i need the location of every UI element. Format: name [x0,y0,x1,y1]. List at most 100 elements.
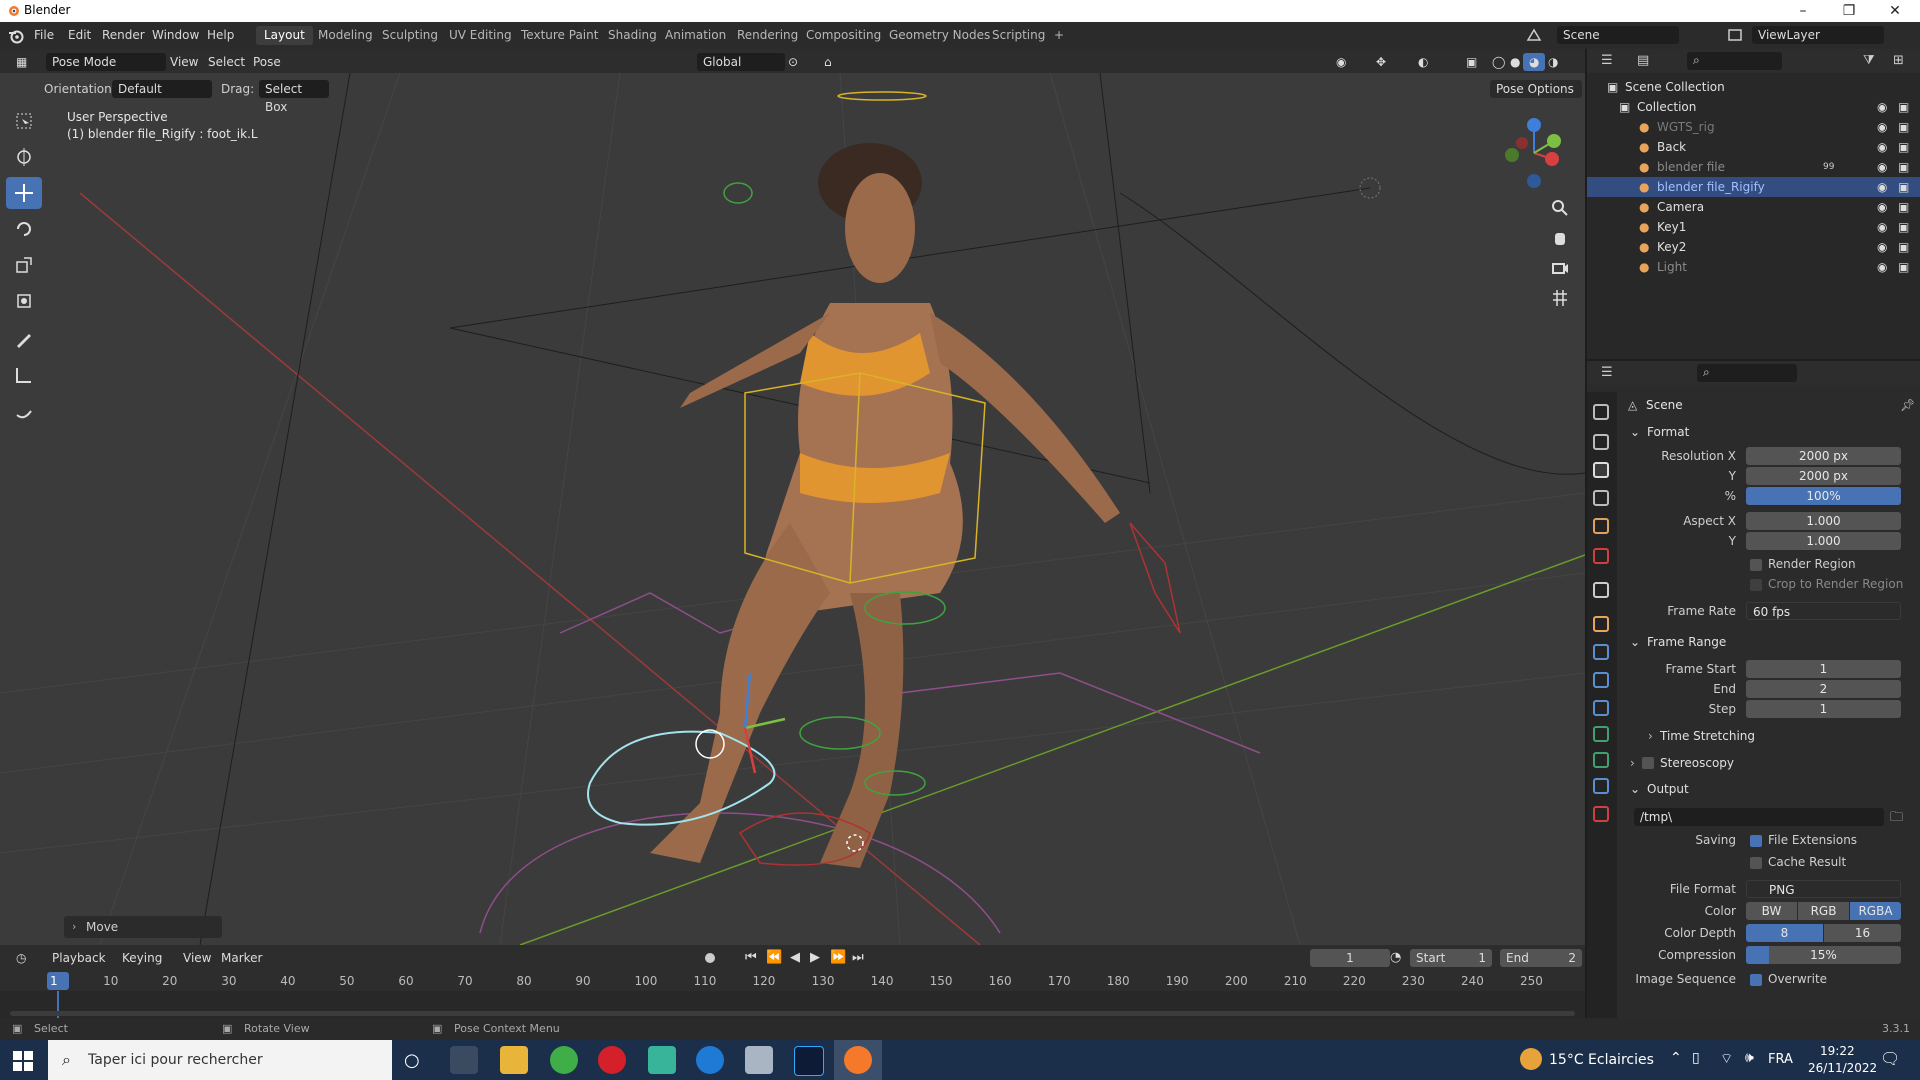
tab-scripting[interactable]: Scripting [984,26,1053,45]
menu-select[interactable]: Select [202,53,251,71]
orientation-dropdown[interactable]: Default [112,80,212,98]
add-workspace-button[interactable]: + [1046,26,1072,45]
blender-taskbar-button[interactable] [834,1040,882,1080]
play-reverse-icon[interactable]: ◀ [790,950,800,965]
aspect-y-field[interactable]: 1.000 [1746,532,1901,550]
outliner-search-input[interactable]: ⌕ [1687,52,1782,70]
outliner-row[interactable]: ● blender file_Rigify ◉ ▣ [1587,177,1920,197]
tab-compositing[interactable]: Compositing [798,26,889,45]
frame-start-field[interactable]: 1 [1746,660,1901,678]
view-layer-selector[interactable]: ViewLayer [1752,26,1884,44]
time-stretching-chevron-icon[interactable]: › [1648,729,1653,743]
scene-selector[interactable]: Scene [1557,26,1679,44]
stereoscopy-checkbox[interactable] [1642,757,1654,769]
render-toggle-icon[interactable]: ▣ [1898,157,1909,177]
color-depth-16-button[interactable]: 16 [1824,924,1901,942]
resolution-x-field[interactable]: 2000 px [1746,447,1901,465]
snap-icon[interactable]: ⌂ [818,53,838,71]
tab-shading[interactable]: Shading [600,26,665,45]
outliner-row[interactable]: ● Key1 ◉ ▣ [1587,217,1920,237]
render-toggle-icon[interactable]: ▣ [1898,197,1909,217]
menu-file[interactable]: File [34,28,54,42]
filter-icon[interactable]: ⧩ [1863,53,1875,68]
file-extensions-checkbox[interactable] [1750,835,1762,847]
tray-device-icon[interactable]: ▯ [1692,1050,1700,1066]
timeline-menu-view[interactable]: View [177,949,217,967]
viewport-scene[interactable] [0,73,1585,945]
3d-viewport[interactable]: Orientation: Default Drag: Select Box Po… [0,73,1585,945]
clock-date[interactable]: 26/11/2022 [1808,1061,1877,1075]
taskbar-search-input[interactable]: ⌕ Taper ici pour rechercher [48,1040,392,1080]
chrome-icon[interactable] [550,1046,578,1074]
tab-geometry-nodes[interactable]: Geometry Nodes [881,26,998,45]
outliner-row[interactable]: ● Key2 ◉ ▣ [1587,237,1920,257]
cortana-icon[interactable]: ○ [404,1050,420,1071]
outliner-row[interactable]: ▣ Collection ◉ ▣ [1587,97,1920,117]
minimize-button[interactable]: – [1780,0,1826,22]
pivot-point-icon[interactable]: ⊙ [782,53,804,71]
visibility-eye-icon[interactable]: ◉ [1877,177,1887,197]
pan-hand-icon[interactable] [1550,228,1576,254]
editor-type-icon[interactable]: ▦ [10,53,46,71]
annotate-tool-icon[interactable] [6,323,42,355]
frame-end-field[interactable]: 2 [1746,680,1901,698]
output-section-title[interactable]: Output [1647,782,1689,796]
language-indicator[interactable]: FRA [1768,1052,1793,1067]
visibility-eye-icon[interactable]: ◉ [1877,117,1887,137]
task-view-icon[interactable] [450,1046,478,1074]
visibility-icon[interactable]: ◉ [1330,53,1352,71]
blender-menu-icon[interactable] [8,28,24,44]
cursor-tool-icon[interactable] [6,141,42,173]
pin-icon[interactable]: 📌︎ [1900,398,1915,412]
app-c-icon[interactable] [696,1046,724,1074]
visibility-eye-icon[interactable]: ◉ [1877,217,1887,237]
maximize-button[interactable]: ❐ [1826,0,1872,22]
object-tab-icon[interactable] [1593,616,1609,632]
stereoscopy-chevron-icon[interactable]: › [1630,756,1635,770]
color-rgb-button[interactable]: RGB [1798,902,1849,920]
tab-sculpting[interactable]: Sculpting [374,26,446,45]
timeline-body[interactable]: 1 10 20 30 40 50 60 70 80 90 100 110 120 130 140 150 160… [0,971,1585,1018]
texture-tab-icon[interactable] [1593,806,1609,822]
render-toggle-icon[interactable]: ▣ [1898,237,1909,257]
visibility-eye-icon[interactable]: ◉ [1877,197,1887,217]
transform-tool-icon[interactable] [6,285,42,317]
transform-orientation-dropdown[interactable]: Global [697,53,785,71]
render-tab-icon[interactable] [1593,434,1609,450]
jump-end-icon[interactable]: ⏭ [852,950,864,965]
drag-dropdown[interactable]: Select Box [259,80,329,114]
frame-range-chevron-icon[interactable]: ⌄ [1630,635,1640,649]
jump-start-icon[interactable]: ⏮ [745,950,757,965]
outliner-row[interactable]: ● Light ◉ ▣ [1587,257,1920,277]
render-toggle-icon[interactable]: ▣ [1898,217,1909,237]
frame-range-section-title[interactable]: Frame Range [1647,635,1726,649]
menu-edit[interactable]: Edit [68,28,91,42]
render-toggle-icon[interactable]: ▣ [1898,97,1909,117]
close-button[interactable]: ✕ [1872,0,1918,22]
camera-view-icon[interactable] [1550,258,1576,284]
measure-tool-icon[interactable] [6,359,42,391]
properties-search-input[interactable]: ⌕ [1697,364,1797,382]
physics-tab-icon[interactable] [1593,672,1609,688]
constraint-tab-icon[interactable] [1593,700,1609,716]
view-layer-icon[interactable] [1726,26,1746,44]
wifi-icon[interactable]: ⌔ [1720,1050,1733,1068]
record-icon[interactable] [703,951,717,965]
end-frame-field[interactable]: End 2 [1500,949,1582,967]
tab-rendering[interactable]: Rendering [729,26,806,45]
output-tab-icon[interactable] [1593,462,1609,478]
frame-rate-dropdown[interactable]: 60 fps [1746,602,1901,620]
tab-uv-editing[interactable]: UV Editing [441,26,520,45]
menu-window[interactable]: Window [152,28,199,42]
bone-size-tool-icon[interactable] [6,397,42,429]
properties-editor-icon[interactable]: ☰ [1601,365,1613,380]
last-operator-panel[interactable]: › Move [64,916,222,938]
tab-texture-paint[interactable]: Texture Paint [513,26,606,45]
output-path-field[interactable]: /tmp\ [1634,808,1884,826]
tab-modeling[interactable]: Modeling [310,26,381,45]
render-toggle-icon[interactable]: ▣ [1898,257,1909,277]
color-bw-button[interactable]: BW [1746,902,1797,920]
color-depth-8-button[interactable]: 8 [1746,924,1823,942]
modifier-tab-icon[interactable] [1593,644,1609,660]
frame-step-field[interactable]: 1 [1746,700,1901,718]
